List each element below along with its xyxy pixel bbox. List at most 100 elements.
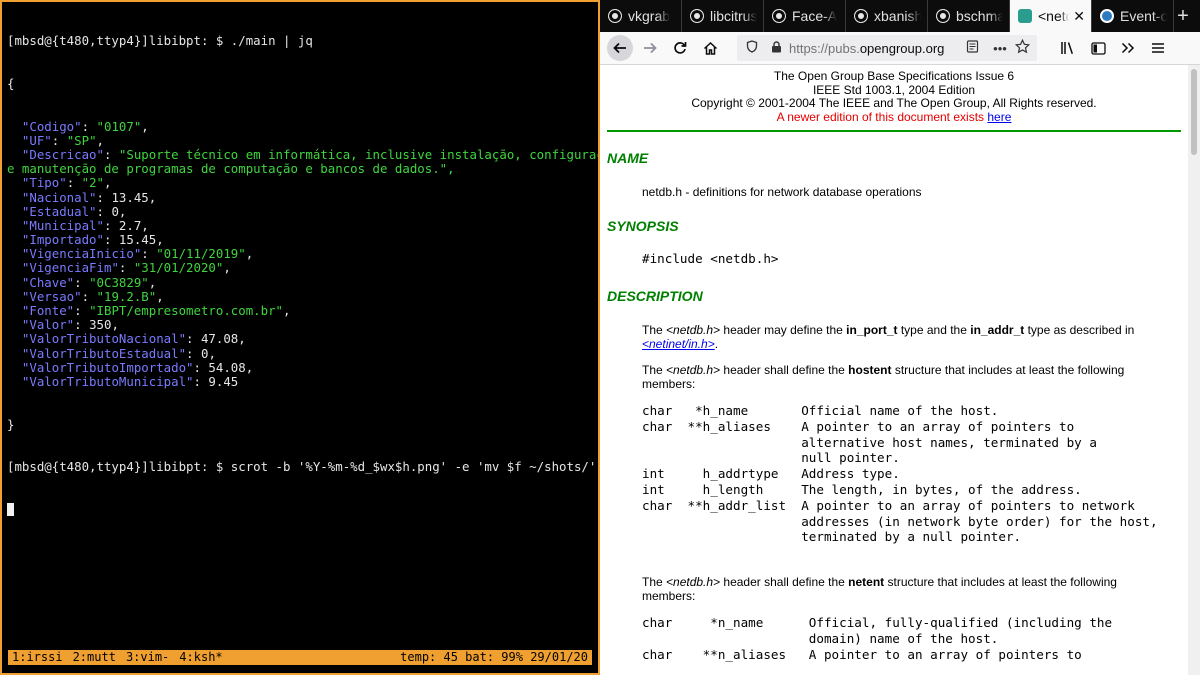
window-tab[interactable]: 1:irssi — [12, 650, 63, 664]
github-icon — [772, 9, 786, 23]
browser-tab[interactable]: bschmal — [928, 0, 1010, 32]
status-right: temp: 45 bat: 99% 29/01/20 — [400, 650, 588, 664]
tab-label: vkgrab — [628, 8, 671, 24]
tab-label: bschmal — [956, 8, 1003, 24]
hostent-members: char *h_name Official name of the host. c… — [642, 403, 1158, 545]
struct-member-line: char *h_name Official name of the host. — [642, 403, 999, 418]
opengroup-icon — [1018, 9, 1032, 23]
tab-label: Event-o — [1120, 8, 1167, 24]
section-description-heading: DESCRIPTION — [607, 288, 703, 304]
reader-view-icon[interactable] — [961, 40, 983, 56]
tmux-status-bar: 1:irssi 2:mutt 3:vim- 4:ksh* temp: 45 bat: … — [8, 650, 592, 665]
tab-label: xbanish — [874, 8, 921, 24]
url-bar[interactable]: https://pubs.opengroup.org ••• — [737, 35, 1037, 61]
browser-tab[interactable]: Event-o — [1092, 0, 1174, 32]
window-tab[interactable]: 3:vim- — [126, 650, 169, 664]
close-tab-icon[interactable]: ✕ — [1073, 8, 1085, 25]
page-actions-icon[interactable]: ••• — [989, 41, 1011, 56]
struct-member-line: terminated by a null pointer. — [642, 529, 1022, 545]
json-fields: "Codigo": "0107", "UF": "SP", "Descricao… — [7, 118, 600, 390]
url-text[interactable]: https://pubs.opengroup.org — [789, 41, 961, 56]
prompt-line-2: [mbsd@{t480,ttyp4}]libibpt: $ scrot -b '… — [7, 459, 597, 475]
nav-toolbar: https://pubs.opengroup.org ••• — [600, 32, 1200, 65]
json-field-line: "Importado": 15.45, — [21, 232, 164, 248]
browser-window: vkgrab libcitrus Face-A xbanish bschmal <netd… — [600, 0, 1200, 675]
browser-tab[interactable]: xbanish — [846, 0, 928, 32]
json-field-line: "ValorTributoNacional": 47.08, — [21, 331, 246, 347]
json-field-line: "ValorTributoImportado": 54.08, — [21, 359, 254, 375]
section-name-heading: NAME — [607, 150, 649, 166]
forward-button[interactable] — [637, 35, 663, 61]
lock-icon[interactable] — [767, 40, 785, 56]
home-icon — [703, 41, 717, 55]
browser-tab[interactable]: libcitrus — [682, 0, 764, 32]
netinet-link[interactable]: <netinet/in.h> — [642, 337, 715, 351]
browser-tab[interactable]: <netdb.h>✕ — [1010, 0, 1092, 32]
shield-icon[interactable] — [743, 40, 761, 56]
json-field-line: "ValorTributoEstadual": 0, — [21, 345, 216, 361]
github-icon — [936, 9, 950, 23]
window-tab[interactable]: 4:ksh* — [179, 650, 222, 664]
browser-tab[interactable]: vkgrab — [600, 0, 682, 32]
json-field-line: "VigenciaFim": "31/01/2020", — [21, 260, 231, 276]
prompt-line: [mbsd@{t480,ttyp4}]libibpt: $ ./main | j… — [7, 33, 313, 49]
struct-member-line: domain) name of the host. — [642, 630, 999, 646]
struct-member-line: addresses (in network byte order) for th… — [642, 513, 1158, 529]
bookmark-star-icon[interactable] — [1011, 38, 1033, 57]
library-icon[interactable] — [1055, 35, 1081, 61]
synopsis-code: #include <netdb.h> — [642, 251, 779, 266]
json-open: { — [7, 76, 15, 91]
newer-edition-notice: A newer edition of this document exists — [776, 109, 985, 124]
scrollbar-thumb[interactable] — [1191, 69, 1197, 155]
reload-icon — [674, 42, 687, 54]
json-field-line: "Descricao": "Suporte técnico em informá… — [21, 146, 600, 162]
desc-paragraph-2: The <netdb.h> header shall define the ho… — [642, 363, 1125, 391]
terminal-pane[interactable]: [mbsd@{t480,ttyp4}]libibpt: $ ./main | j… — [0, 0, 600, 675]
struct-member-line: null pointer. — [642, 450, 900, 466]
json-field-line: "Fonte": "IBPT/empresometro.com.br", — [21, 303, 291, 319]
tab-label: libcitrus — [710, 8, 757, 24]
newer-edition-link[interactable]: here — [987, 110, 1011, 124]
scrollbar[interactable] — [1188, 65, 1200, 675]
github-icon — [690, 9, 704, 23]
page-content: The Open Group Base Specifications Issue… — [600, 65, 1188, 675]
menu-icon[interactable] — [1145, 35, 1171, 61]
desc-paragraph-1: The <netdb.h> header may define the in_p… — [642, 323, 1135, 351]
json-field-line: "VigenciaInicio": "01/11/2019", — [21, 246, 254, 262]
json-field-line: "Valor": 350, — [21, 317, 119, 333]
struct-member-line: int h_length The length, in bytes, of th… — [642, 481, 1082, 497]
overflow-chevron-icon[interactable] — [1115, 35, 1141, 61]
struct-member-line: char **h_aliases A pointer to an array o… — [642, 418, 1075, 434]
window-tab[interactable]: 2:mutt — [73, 650, 116, 664]
github-icon — [854, 9, 868, 23]
tab-label: Face-A — [792, 8, 838, 24]
desc-paragraph-3: The <netdb.h> header shall define the ne… — [642, 575, 1117, 603]
arrow-left-icon — [613, 42, 626, 54]
struct-member-line: int h_addrtype Address type. — [642, 466, 900, 482]
struct-member-line: char **h_addr_list A pointer to an array… — [642, 497, 1135, 513]
sidebar-icon[interactable] — [1085, 35, 1111, 61]
new-tab-button[interactable]: + — [1172, 0, 1194, 32]
netent-members: char *n_name Official, fully-qualified (… — [642, 615, 1112, 662]
arrow-right-icon — [644, 42, 657, 54]
spec-edition: IEEE Std 1003.1, 2004 Edition — [812, 82, 976, 97]
back-button[interactable] — [607, 35, 633, 61]
json-field-line: "Chave": "0C3829", — [21, 274, 157, 290]
json-field-line: "Municipal": 2.7, — [21, 217, 149, 233]
spec-title: The Open Group Base Specifications Issue… — [773, 69, 1015, 83]
json-field-line: "UF": "SP", — [21, 132, 104, 148]
home-button[interactable] — [697, 35, 723, 61]
terminal-cursor — [7, 502, 14, 516]
json-field-continuation: e manutenção de programas de computação … — [7, 161, 455, 177]
json-field-line: "Codigo": "0107", — [21, 118, 149, 134]
tab-bar: vkgrab libcitrus Face-A xbanish bschmal <netd… — [600, 0, 1200, 32]
divider — [607, 130, 1181, 132]
reload-button[interactable] — [667, 35, 693, 61]
name-text: netdb.h - definitions for network databa… — [642, 185, 922, 199]
json-close: } — [7, 416, 15, 432]
github-icon — [608, 9, 622, 23]
tab-label: <netdb.h> — [1038, 8, 1069, 24]
json-field-line: "Tipo": "2", — [21, 175, 112, 191]
browser-tab[interactable]: Face-A — [764, 0, 846, 32]
spec-header: The Open Group Base Specifications Issue… — [600, 69, 1188, 124]
